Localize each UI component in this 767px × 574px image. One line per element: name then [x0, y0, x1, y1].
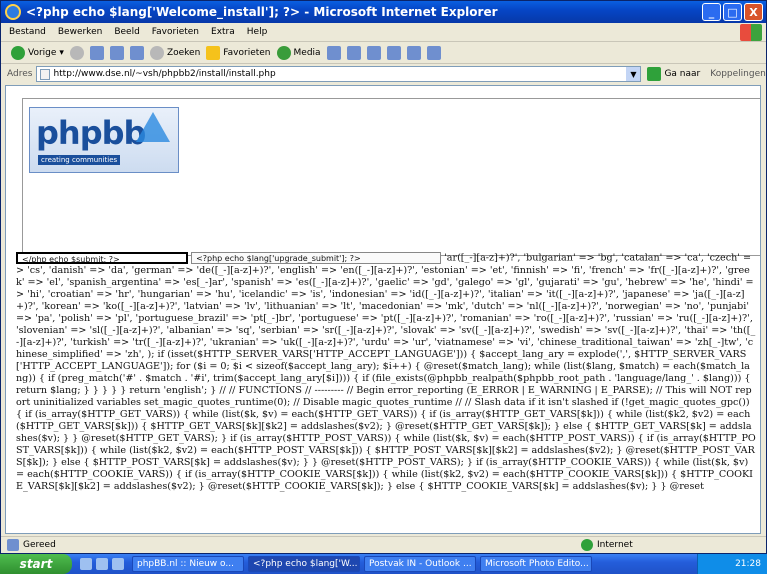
chevron-down-icon: ▾ [59, 47, 64, 58]
favorites-star-icon [206, 45, 221, 60]
status-bar: Gereed Internet [1, 536, 766, 553]
menu-favorites[interactable]: Favorieten [152, 27, 199, 37]
go-label: Ga naar [664, 69, 701, 79]
media-icon [276, 45, 291, 60]
minimize-button[interactable]: _ [702, 3, 721, 21]
address-bar: Adres http://www.dse.nl/~vsh/phpbb2/inst… [1, 64, 766, 84]
home-icon[interactable] [129, 45, 144, 60]
window-controls: _ □ X [702, 3, 763, 21]
status-zone: Internet [597, 540, 633, 550]
search-label: Zoeken [166, 47, 201, 58]
close-button[interactable]: X [744, 3, 763, 21]
menu-edit[interactable]: Bewerken [58, 27, 102, 37]
favorites-button[interactable]: Favorieten [206, 45, 271, 60]
upgrade-field[interactable]: <?php echo $lang['upgrade_submit']; ?> [191, 252, 442, 264]
maximize-button[interactable]: □ [723, 3, 742, 21]
address-dropdown-icon[interactable]: ▼ [626, 67, 641, 81]
go-arrow-icon [647, 67, 662, 81]
page-done-icon [7, 539, 19, 551]
internet-zone-icon [581, 539, 593, 551]
links-button[interactable]: Koppelingen [710, 69, 766, 79]
windows-logo-icon [740, 24, 762, 41]
task-button-phpbb[interactable]: phpBB.nl :: Nieuw o... [132, 556, 244, 572]
address-label: Adres [7, 69, 33, 79]
media-label: Media [293, 47, 321, 58]
go-button[interactable]: Ga naar [647, 67, 700, 81]
internet-explorer-icon [5, 4, 21, 20]
history-icon[interactable] [326, 45, 341, 60]
forward-arrow-icon[interactable] [69, 45, 84, 60]
print-icon[interactable] [366, 45, 381, 60]
back-button[interactable]: Vorige ▾ [11, 45, 64, 60]
browser-window: <?php echo $lang['Welcome_install']; ?> … [0, 0, 767, 554]
mail-icon[interactable] [346, 45, 361, 60]
taskbar: start phpBB.nl :: Nieuw o... <?php echo … [0, 554, 767, 574]
menu-tools[interactable]: Extra [211, 27, 235, 37]
page-content: phpbb creating communities </php echo $s… [5, 85, 761, 534]
menu-help[interactable]: Help [247, 27, 268, 37]
menu-view[interactable]: Beeld [114, 27, 139, 37]
logo-text: phpbb [36, 114, 146, 152]
back-label: Vorige [28, 47, 57, 58]
clock[interactable]: 21:28 [735, 559, 761, 569]
discuss-icon[interactable] [406, 45, 421, 60]
task-button-photo-editor[interactable]: Microsoft Photo Edito... [480, 556, 592, 572]
refresh-icon[interactable] [109, 45, 124, 60]
window-title: <?php echo $lang['Welcome_install']; ?> … [26, 5, 498, 19]
media-button[interactable]: Media [276, 45, 321, 60]
logo-frame: phpbb creating communities [22, 98, 760, 256]
quick-launch-ie-icon[interactable] [80, 558, 92, 570]
favorites-label: Favorieten [223, 47, 271, 58]
address-url: http://www.dse.nl/~vsh/phpbb2/install/in… [53, 69, 276, 79]
menu-bar: Bestand Bewerken Beeld Favorieten Extra … [1, 23, 766, 42]
back-arrow-icon [11, 45, 25, 60]
quick-launch-desktop-icon[interactable] [96, 558, 108, 570]
task-button-install[interactable]: <?php echo $lang['W... [248, 556, 360, 572]
search-button[interactable]: Zoeken [149, 45, 201, 60]
quick-launch [80, 558, 124, 570]
edit-icon[interactable] [386, 45, 401, 60]
system-tray: 21:28 [697, 554, 767, 574]
messenger-icon[interactable] [426, 45, 441, 60]
status-text: Gereed [23, 540, 56, 550]
start-button[interactable]: start [0, 554, 72, 574]
menu-file[interactable]: Bestand [9, 27, 46, 37]
raw-php-output: </php echo $submit; ?> <?php echo $lang[… [16, 252, 756, 493]
stop-icon[interactable] [89, 45, 104, 60]
toolbar: Vorige ▾ Zoeken Favorieten Media [1, 42, 766, 64]
phpbb-logo[interactable]: phpbb creating communities [29, 107, 179, 173]
task-button-outlook[interactable]: Postvak IN - Outlook ... [364, 556, 476, 572]
raw-php-text: 'ar([_-][a-z]+)?', 'bulgarian' => 'bg', … [16, 252, 756, 492]
logo-tagline: creating communities [38, 155, 121, 165]
quick-launch-media-icon[interactable] [112, 558, 124, 570]
submit-button[interactable]: </php echo $submit; ?> [16, 252, 188, 264]
search-icon [149, 45, 164, 60]
page-icon [40, 68, 51, 80]
address-input[interactable]: http://www.dse.nl/~vsh/phpbb2/install/in… [36, 66, 642, 82]
title-bar[interactable]: <?php echo $lang['Welcome_install']; ?> … [1, 1, 766, 23]
